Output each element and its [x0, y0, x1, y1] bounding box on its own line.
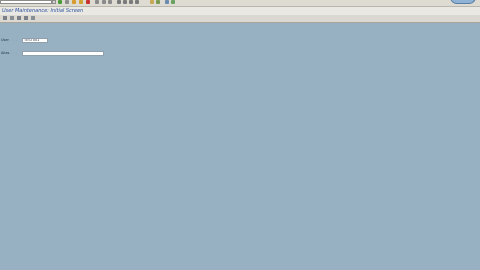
application-toolbar — [0, 15, 480, 23]
next-page-icon[interactable] — [129, 0, 133, 4]
user-label: User — [1, 38, 9, 42]
alias-field[interactable] — [22, 51, 104, 56]
back-icon[interactable] — [72, 0, 76, 4]
new-session-icon[interactable] — [150, 0, 154, 4]
exit-icon[interactable] — [79, 0, 83, 4]
last-page-icon[interactable] — [135, 0, 139, 4]
user-label-dots: . . . — [10, 38, 18, 42]
layout-icon[interactable] — [171, 0, 175, 4]
user-field[interactable]: TEST001 — [22, 38, 48, 43]
prev-page-icon[interactable] — [123, 0, 127, 4]
edit-icon[interactable] — [3, 16, 7, 20]
delete-icon[interactable] — [24, 16, 28, 20]
print-icon[interactable] — [95, 0, 99, 4]
page-title: User Maintenance: Initial Screen — [2, 8, 84, 14]
lock-icon[interactable] — [31, 16, 35, 20]
command-field-dropdown[interactable] — [52, 0, 56, 4]
alias-label-dots: . . . — [10, 51, 18, 55]
alias-label: Alias — [1, 51, 10, 55]
enter-icon[interactable] — [58, 0, 62, 4]
command-field[interactable] — [0, 0, 52, 4]
cancel-icon[interactable] — [86, 0, 90, 4]
save-icon[interactable] — [65, 0, 69, 4]
help-icon[interactable] — [165, 0, 169, 4]
display-icon[interactable] — [10, 16, 14, 20]
find-icon[interactable] — [102, 0, 106, 4]
copy-icon[interactable] — [17, 16, 21, 20]
first-page-icon[interactable] — [117, 0, 121, 4]
shortcut-icon[interactable] — [156, 0, 160, 4]
find-next-icon[interactable] — [108, 0, 112, 4]
